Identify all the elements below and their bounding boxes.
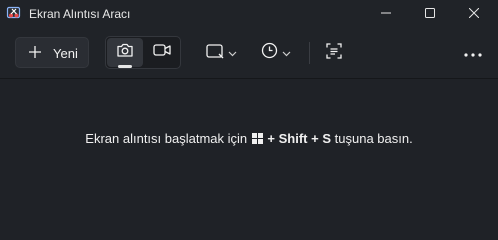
text-recognition-icon [326, 42, 342, 64]
main-area: Ekran alıntısı başlatmak için + Shift + … [0, 79, 498, 228]
hint-s-key: S [322, 131, 332, 146]
toolbar-divider [309, 42, 310, 64]
hint-prefix: Ekran alıntısı başlatmak için [85, 131, 248, 146]
hint-shift-key: Shift [278, 131, 308, 146]
active-mode-indicator [118, 65, 132, 68]
minimize-icon [381, 5, 391, 23]
screenshot-mode-button[interactable] [107, 38, 143, 68]
timer-icon [261, 42, 278, 64]
close-button[interactable] [454, 0, 494, 28]
minimize-button[interactable] [366, 0, 406, 28]
title-bar: Ekran Alıntısı Aracı [0, 0, 498, 28]
toolbar: Yeni [0, 28, 498, 79]
video-icon [153, 43, 171, 62]
chevron-down-icon [282, 44, 291, 62]
maximize-icon [425, 5, 435, 23]
more-options-button[interactable] [462, 40, 484, 66]
delay-dropdown[interactable] [258, 40, 294, 66]
capture-mode-group [105, 36, 181, 69]
new-snip-button[interactable]: Yeni [15, 37, 89, 68]
shortcut-hint: Ekran alıntısı başlatmak için + Shift + … [0, 131, 498, 146]
hint-plus-2: + [311, 131, 319, 146]
plus-icon [28, 45, 42, 64]
close-icon [468, 5, 480, 23]
snipping-tool-app-icon [6, 5, 22, 21]
window-title: Ekran Alıntısı Aracı [29, 7, 131, 21]
text-actions-button[interactable] [323, 40, 345, 66]
snip-shape-dropdown[interactable] [203, 40, 239, 66]
maximize-button[interactable] [410, 0, 450, 28]
hint-plus-1: + [267, 131, 275, 146]
windows-key-icon [251, 132, 263, 144]
rectangle-snip-icon [205, 43, 224, 64]
hint-suffix: tuşuna basın. [334, 131, 413, 146]
chevron-down-icon [228, 44, 237, 62]
more-dots-icon [464, 44, 482, 62]
new-snip-label: Yeni [53, 46, 78, 61]
video-mode-button[interactable] [144, 38, 180, 67]
camera-icon [116, 42, 134, 63]
